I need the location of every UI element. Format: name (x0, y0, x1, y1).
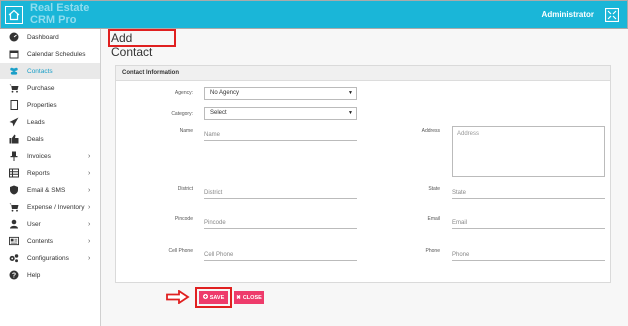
agency-value: No Agency (210, 90, 240, 96)
arrow-right-icon (166, 290, 190, 304)
thumbs-up-icon (9, 134, 19, 144)
dropdown-arrow-icon: ▼ (348, 90, 353, 96)
plus-circle-icon (202, 294, 208, 301)
pincode-label: Pincode (174, 216, 193, 222)
contents-icon (9, 236, 19, 246)
close-icon: ✖ (236, 294, 241, 301)
save-button[interactable]: SAVE (199, 291, 228, 304)
help-icon: ? (9, 270, 19, 280)
close-button[interactable]: ✖ CLOSE (234, 291, 264, 304)
sidebar-item-calendar-schedules[interactable]: Calendar Schedules (0, 46, 100, 62)
calendar-icon (9, 49, 19, 59)
address-textarea[interactable]: Address (452, 126, 605, 177)
brand-line-1: Real Estate (30, 2, 90, 14)
sidebar-item-properties[interactable]: Properties (0, 97, 100, 113)
sidebar-item-email-sms[interactable]: Email & SMS › (0, 182, 100, 198)
email-input[interactable]: Email (452, 217, 605, 229)
cart-icon (9, 202, 19, 212)
save-button-label: SAVE (209, 294, 225, 301)
sidebar-item-label: Calendar Schedules (27, 50, 86, 58)
agency-select[interactable]: No Agency ▼ (204, 87, 357, 100)
sidebar-item-label: Dashboard (27, 33, 59, 41)
district-input[interactable]: District (204, 187, 357, 199)
top-bar: Real Estate CRM Pro Administrator (0, 0, 628, 29)
sidebar-item-deals[interactable]: Deals (0, 131, 100, 147)
name-label: Name (179, 128, 193, 134)
fullscreen-icon[interactable] (605, 8, 619, 22)
chevron-right-icon: › (88, 237, 91, 245)
chevron-right-icon: › (88, 203, 91, 211)
sidebar-item-label: Invoices (27, 152, 51, 160)
state-label: State (428, 186, 440, 192)
sidebar-item-help[interactable]: ? Help (0, 267, 100, 283)
sidebar: Dashboard Calendar Schedules Contacts Pu… (0, 29, 101, 326)
sidebar-item-purchase[interactable]: Purchase (0, 80, 100, 96)
sidebar-item-reports[interactable]: Reports › (0, 165, 100, 181)
sidebar-item-label: Reports (27, 169, 50, 177)
cell-phone-input[interactable]: Cell Phone (204, 249, 357, 261)
sidebar-item-label: User (27, 220, 41, 228)
category-label: Category: (171, 111, 193, 117)
table-icon (9, 168, 19, 178)
dropdown-arrow-icon: ▼ (348, 110, 353, 116)
name-input[interactable]: Name (204, 129, 357, 141)
sidebar-item-contacts[interactable]: Contacts (0, 63, 100, 79)
sidebar-item-leads[interactable]: Leads (0, 114, 100, 130)
sidebar-item-label: Deals (27, 135, 44, 143)
cart-icon (9, 83, 19, 93)
pincode-input[interactable]: Pincode (204, 217, 357, 229)
paper-plane-icon (9, 117, 19, 127)
sidebar-item-label: Properties (27, 101, 57, 109)
category-select[interactable]: Select ▼ (204, 107, 357, 120)
cogs-icon (9, 253, 19, 263)
sidebar-item-label: Configurations (27, 254, 69, 262)
pin-icon (9, 151, 19, 161)
email-label: Email (427, 216, 440, 222)
agency-label: Agency: (174, 90, 193, 96)
sidebar-item-label: Leads (27, 118, 45, 126)
brand-line-2: CRM Pro (30, 14, 77, 26)
sidebar-item-configurations[interactable]: Configurations › (0, 250, 100, 266)
sidebar-item-contents[interactable]: Contents › (0, 233, 100, 249)
phone-input[interactable]: Phone (452, 249, 605, 261)
dashboard-icon (9, 32, 19, 42)
page-title: Add Contact (108, 29, 176, 59)
brand-name: Real Estate CRM Pro (30, 2, 89, 26)
chevron-right-icon: › (88, 220, 91, 228)
district-label: District (177, 186, 193, 192)
svg-text:?: ? (12, 273, 16, 280)
user-icon (9, 219, 19, 229)
sidebar-item-label: Help (27, 271, 41, 279)
chevron-right-icon: › (88, 169, 91, 177)
chevron-right-icon: › (88, 186, 91, 194)
sidebar-item-label: Email & SMS (27, 186, 66, 194)
phone-label: Phone (425, 248, 440, 254)
sidebar-item-label: Expense / Inventory (27, 203, 85, 211)
category-value: Select (210, 110, 227, 116)
chevron-right-icon: › (88, 254, 91, 262)
user-menu[interactable]: Administrator (542, 10, 594, 19)
shield-icon (9, 185, 19, 195)
chevron-right-icon: › (88, 152, 91, 160)
panel-title: Contact Information (116, 66, 610, 81)
address-label: Address (421, 128, 440, 134)
users-icon (9, 66, 19, 76)
sidebar-item-label: Contacts (27, 67, 53, 75)
sidebar-item-label: Purchase (27, 84, 55, 92)
document-icon (9, 100, 19, 110)
sidebar-item-expense-inventory[interactable]: Expense / Inventory › (0, 199, 100, 215)
state-input[interactable]: State (452, 187, 605, 199)
sidebar-item-label: Contents (27, 237, 54, 245)
cell-phone-label: Cell Phone (168, 248, 193, 254)
home-icon[interactable] (5, 6, 23, 24)
sidebar-item-invoices[interactable]: Invoices › (0, 148, 100, 164)
close-button-label: CLOSE (242, 294, 262, 301)
sidebar-item-user[interactable]: User › (0, 216, 100, 232)
sidebar-item-dashboard[interactable]: Dashboard (0, 29, 100, 45)
